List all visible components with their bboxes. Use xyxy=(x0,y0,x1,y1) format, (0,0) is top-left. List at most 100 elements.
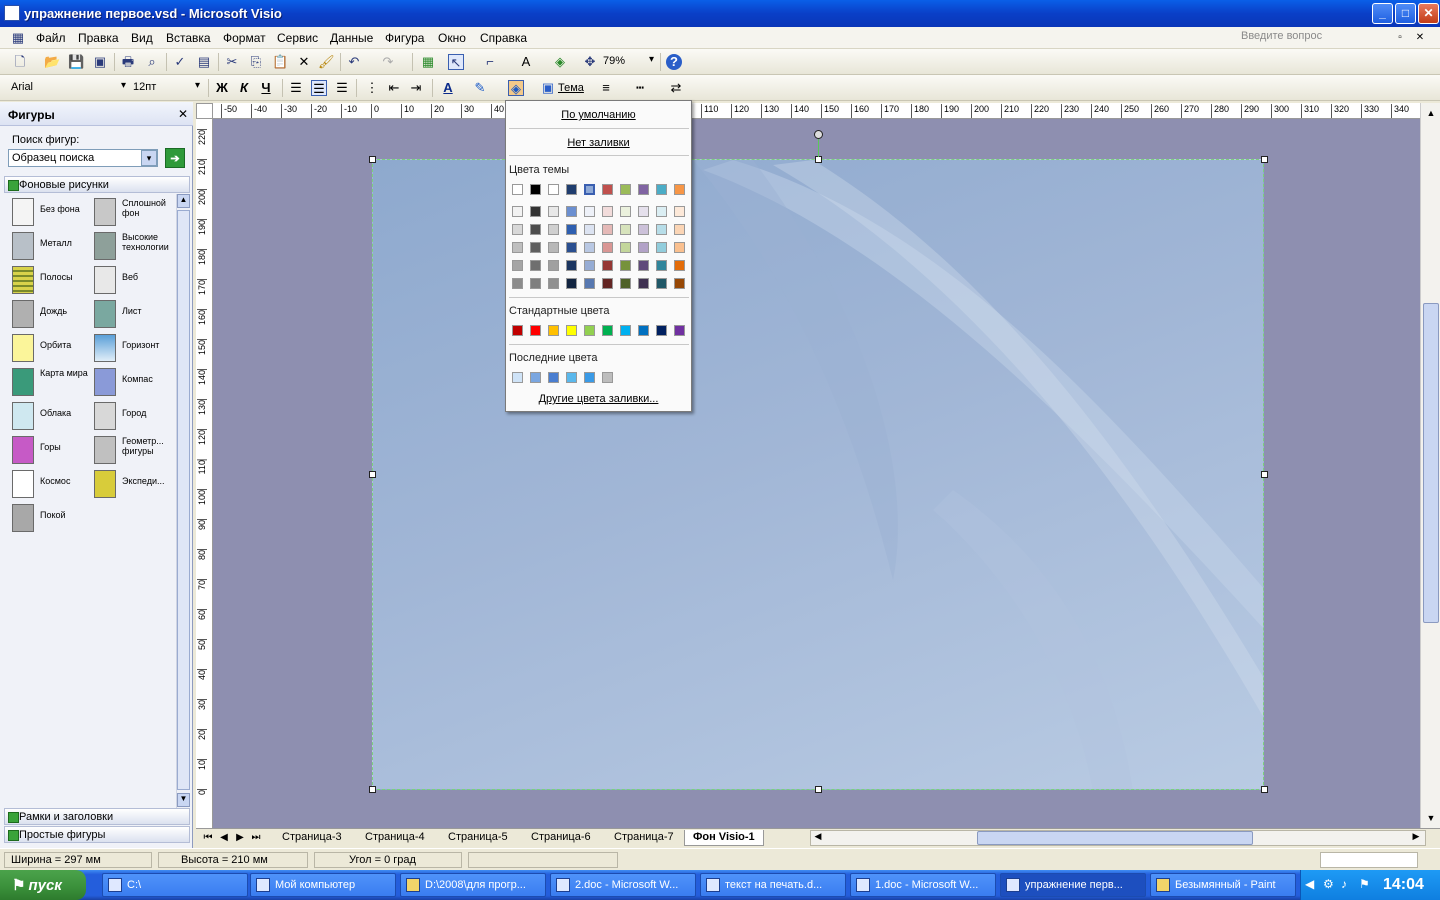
new-icon[interactable]: 🗋 xyxy=(12,54,28,70)
theme-shade-swatch[interactable] xyxy=(602,206,613,217)
recent-color-swatch[interactable] xyxy=(584,372,595,383)
theme-shade-swatch[interactable] xyxy=(674,224,685,235)
shape-item[interactable]: Веб xyxy=(94,266,174,298)
line-color-icon[interactable]: ✎ xyxy=(472,80,488,96)
shape-item[interactable]: Покой xyxy=(12,504,92,536)
font-color-icon[interactable]: A xyxy=(440,80,456,96)
theme-shade-swatch[interactable] xyxy=(638,206,649,217)
delete-icon[interactable]: ✕ xyxy=(296,54,312,70)
bullets-icon[interactable]: ⋮ xyxy=(364,80,380,96)
paste-icon[interactable]: 📋 xyxy=(272,54,288,70)
theme-color-swatch[interactable] xyxy=(638,184,649,195)
close-doc-icon[interactable]: ✕ xyxy=(1412,30,1428,46)
print-preview-icon[interactable]: ⌕ xyxy=(144,54,160,70)
decrease-indent-icon[interactable]: ⇤ xyxy=(386,80,402,96)
standard-color-swatch[interactable] xyxy=(530,325,541,336)
theme-shade-swatch[interactable] xyxy=(512,242,523,253)
selection-handle[interactable] xyxy=(369,786,376,793)
drawing-tools-icon[interactable]: ◈ xyxy=(552,54,568,70)
research-icon[interactable]: ▤ xyxy=(196,54,212,70)
theme-shade-swatch[interactable] xyxy=(584,242,595,253)
tray-arrow-icon[interactable]: ◀ xyxy=(1305,877,1314,891)
next-page-icon[interactable]: ▶ xyxy=(232,830,248,846)
selection-handle[interactable] xyxy=(369,471,376,478)
shape-item[interactable]: Горизонт xyxy=(94,334,174,366)
theme-shade-swatch[interactable] xyxy=(602,242,613,253)
font-select[interactable]: Arial xyxy=(8,79,128,97)
theme-button[interactable]: Тема xyxy=(558,82,584,94)
close-panel-icon[interactable]: ✕ xyxy=(178,107,188,121)
shape-item[interactable]: Лист xyxy=(94,300,174,332)
selection-handle[interactable] xyxy=(815,156,822,163)
menu-file[interactable]: Файл xyxy=(36,31,66,45)
theme-icon[interactable]: ▣ xyxy=(540,80,556,96)
theme-shade-swatch[interactable] xyxy=(620,260,631,271)
theme-shade-swatch[interactable] xyxy=(620,224,631,235)
theme-shade-swatch[interactable] xyxy=(530,206,541,217)
menu-insert[interactable]: Вставка xyxy=(166,31,211,45)
shape-item[interactable]: Без фона xyxy=(12,198,92,230)
permission-icon[interactable]: ▣ xyxy=(92,54,108,70)
theme-shade-swatch[interactable] xyxy=(584,260,595,271)
recent-color-swatch[interactable] xyxy=(602,372,613,383)
page-tab[interactable]: Страница-4 xyxy=(357,830,433,846)
menu-view[interactable]: Вид xyxy=(131,31,153,45)
scroll-left-icon[interactable]: ◀ xyxy=(811,831,825,845)
shape-item[interactable]: Город xyxy=(94,402,174,434)
more-fill-colors-option[interactable]: Другие цвета заливки... xyxy=(506,393,691,405)
theme-shade-swatch[interactable] xyxy=(566,224,577,235)
theme-shade-swatch[interactable] xyxy=(530,260,541,271)
theme-shade-swatch[interactable] xyxy=(584,206,595,217)
stencil-basic-shapes[interactable]: Простые фигуры xyxy=(4,826,190,843)
theme-color-swatch[interactable] xyxy=(620,184,631,195)
task-button[interactable]: 2.doc - Microsoft W... xyxy=(550,873,696,897)
theme-shade-swatch[interactable] xyxy=(530,224,541,235)
shape-item[interactable]: Высокие технологии xyxy=(94,232,174,264)
copy-icon[interactable]: ⎘ xyxy=(248,54,264,70)
rotation-handle[interactable] xyxy=(814,130,823,139)
theme-color-swatch[interactable] xyxy=(674,184,685,195)
theme-shade-swatch[interactable] xyxy=(638,242,649,253)
theme-shade-swatch[interactable] xyxy=(656,206,667,217)
italic-button[interactable]: К xyxy=(236,80,252,96)
shape-item[interactable]: Металл xyxy=(12,232,92,264)
no-fill-option[interactable]: Нет заливки xyxy=(506,137,691,149)
theme-shade-swatch[interactable] xyxy=(620,242,631,253)
selection-handle[interactable] xyxy=(1261,786,1268,793)
prev-page-icon[interactable]: ◀ xyxy=(216,830,232,846)
page-tab[interactable]: Страница-6 xyxy=(523,830,599,846)
help-icon[interactable]: ? xyxy=(666,54,682,70)
selection-handle[interactable] xyxy=(1261,471,1268,478)
theme-shade-swatch[interactable] xyxy=(584,278,595,289)
open-icon[interactable]: 📂 xyxy=(44,54,60,70)
theme-shade-swatch[interactable] xyxy=(584,224,595,235)
menu-shape[interactable]: Фигура xyxy=(385,31,424,45)
shape-item[interactable]: Космос xyxy=(12,470,92,502)
shape-item[interactable]: Полосы xyxy=(12,266,92,298)
close-button[interactable]: ✕ xyxy=(1418,3,1439,24)
task-button[interactable]: Мой компьютер xyxy=(250,873,396,897)
theme-shade-swatch[interactable] xyxy=(512,206,523,217)
standard-color-swatch[interactable] xyxy=(566,325,577,336)
page-tab[interactable]: Страница-7 xyxy=(606,830,682,846)
first-page-icon[interactable]: ⏮ xyxy=(200,830,216,846)
shape-search-input[interactable]: Образец поиска xyxy=(8,149,158,167)
shape-item[interactable]: Компас xyxy=(94,368,174,400)
stencil-backgrounds[interactable]: Фоновые рисунки xyxy=(4,176,190,193)
save-icon[interactable]: 💾 xyxy=(68,54,84,70)
redo-icon[interactable]: ↷ xyxy=(380,54,396,70)
scroll-down-icon[interactable]: ▼ xyxy=(1423,810,1439,826)
scroll-down-icon[interactable]: ▼ xyxy=(177,793,190,807)
recent-color-swatch[interactable] xyxy=(566,372,577,383)
standard-color-swatch[interactable] xyxy=(638,325,649,336)
theme-color-swatch[interactable] xyxy=(656,184,667,195)
fill-default-option[interactable]: По умолчанию xyxy=(506,109,691,121)
undo-icon[interactable]: ↶ xyxy=(346,54,362,70)
menu-data[interactable]: Данные xyxy=(330,31,373,45)
standard-color-swatch[interactable] xyxy=(548,325,559,336)
theme-shade-swatch[interactable] xyxy=(512,278,523,289)
task-button[interactable]: D:\2008\для прогр... xyxy=(400,873,546,897)
align-left-icon[interactable]: ☰ xyxy=(288,80,304,96)
ask-question-input[interactable]: Введите вопрос xyxy=(1236,30,1386,46)
theme-shade-swatch[interactable] xyxy=(656,224,667,235)
